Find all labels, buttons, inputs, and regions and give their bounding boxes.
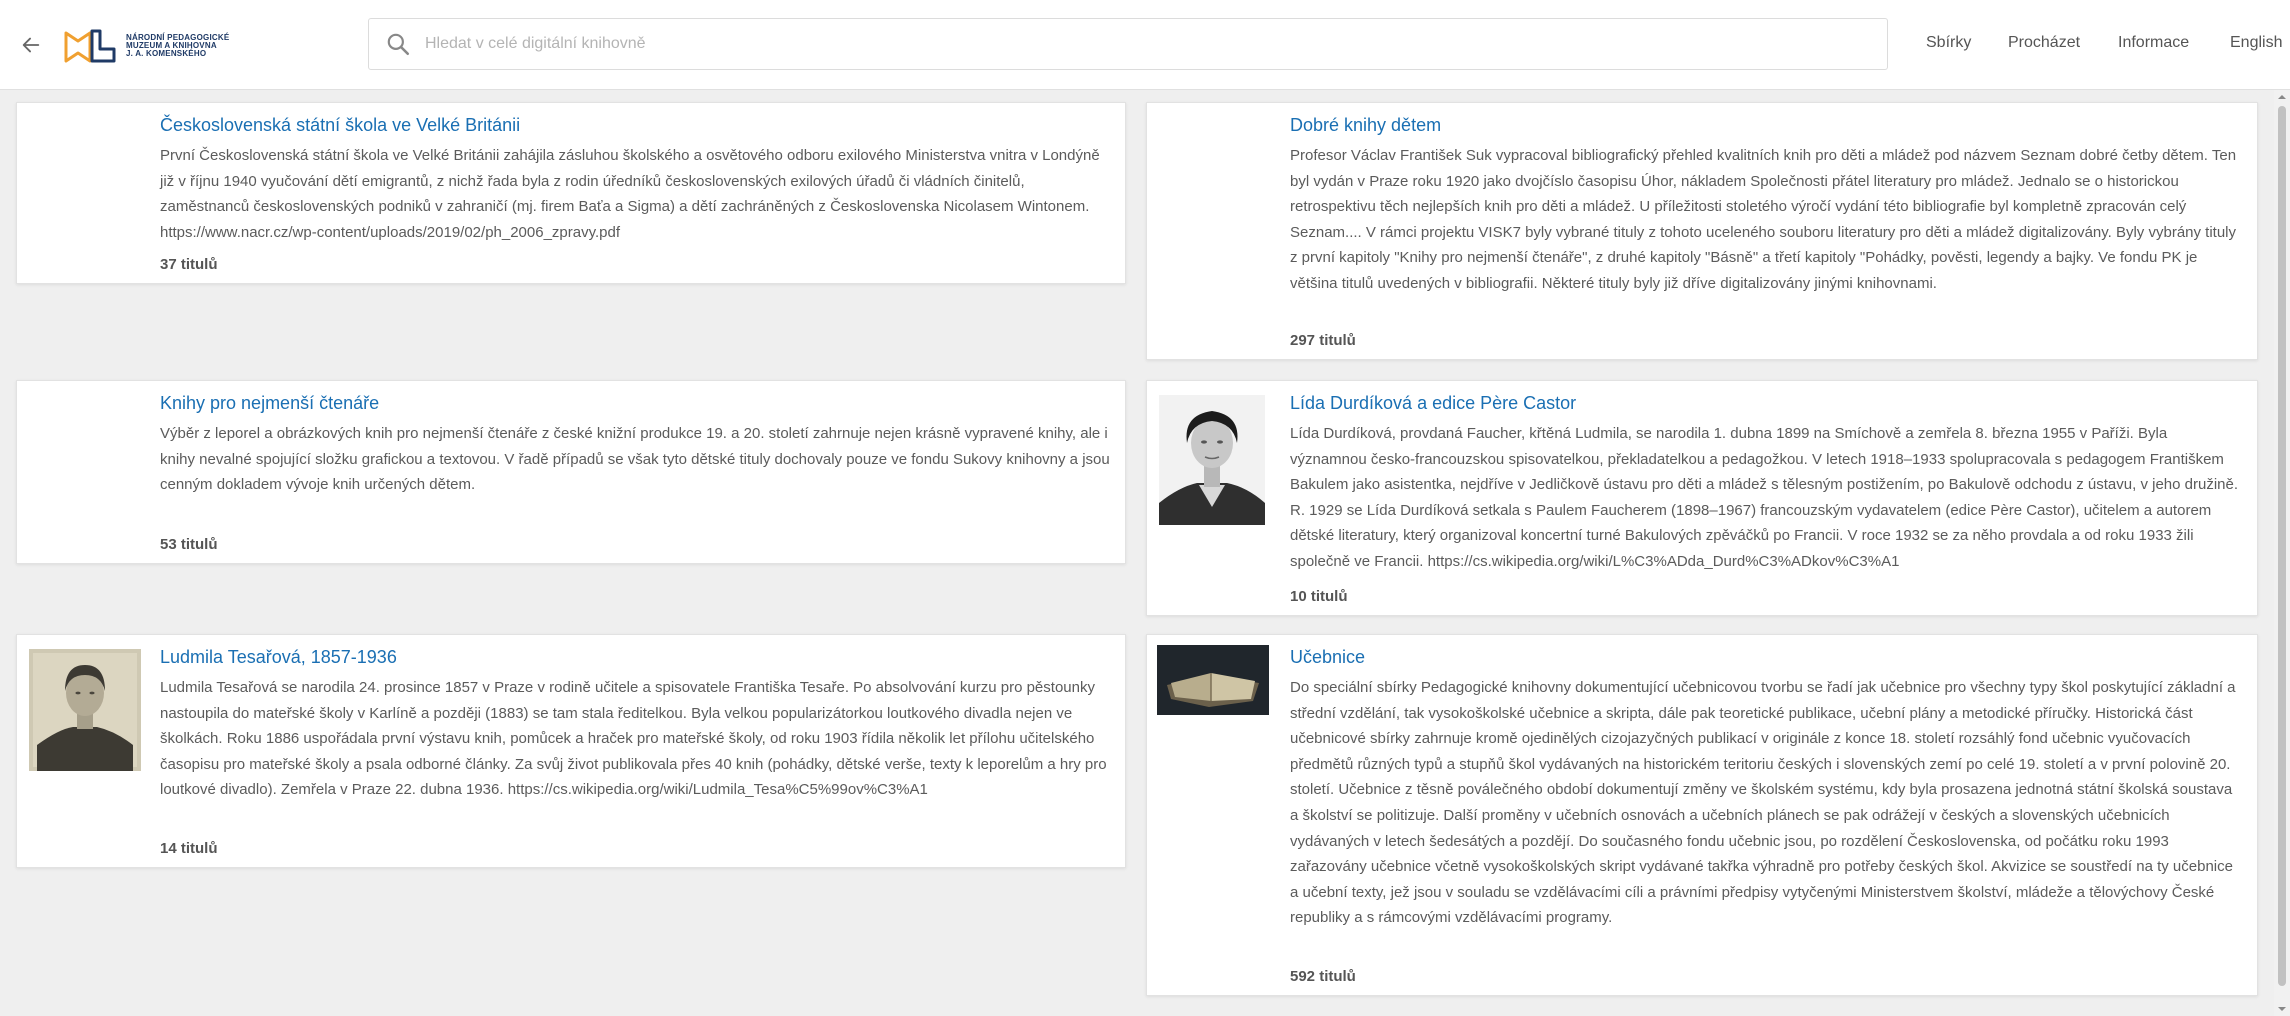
collection-description: Do speciální sbírky Pedagogické knihovny… [1290, 679, 2236, 927]
card-body: Knihy pro nejmenší čtenáře Výběr z lepor… [160, 391, 1111, 498]
collection-thumbnail[interactable] [1157, 645, 1269, 720]
collection-card[interactable]: Dobré knihy dětem Profesor Václav Franti… [1146, 102, 2258, 360]
collection-count: 37 titulů [160, 256, 218, 273]
open-book-photo-icon [1157, 645, 1269, 715]
logo-mark-icon [64, 29, 116, 63]
scroll-down-icon[interactable] [2277, 1004, 2287, 1014]
nav-collections[interactable]: Sbírky [1926, 34, 1971, 52]
collection-card[interactable]: Učebnice Do speciální sbírky Pedagogické… [1146, 634, 2258, 996]
search-icon [387, 33, 410, 56]
nav-info[interactable]: Informace [2118, 34, 2189, 52]
collection-title-link[interactable]: Učebnice [1290, 645, 2243, 669]
collection-count: 592 titulů [1290, 968, 1356, 985]
collection-title-link[interactable]: Dobré knihy dětem [1290, 113, 2243, 137]
collection-thumbnail[interactable] [1159, 395, 1265, 530]
search-box[interactable] [368, 18, 1888, 70]
collection-title-link[interactable]: Ludmila Tesařová, 1857-1936 [160, 645, 1111, 669]
collection-count: 53 titulů [160, 536, 218, 553]
collection-description: Ludmila Tesařová se narodila 24. prosinc… [160, 679, 1107, 799]
scroll-up-icon[interactable] [2277, 92, 2287, 102]
search-input[interactable] [423, 34, 1827, 54]
collection-description: Lída Durdíková, provdaná Faucher, křtěná… [1290, 425, 2239, 570]
card-body: Dobré knihy dětem Profesor Václav Franti… [1290, 113, 2243, 297]
collection-count: 10 titulů [1290, 588, 1348, 605]
collection-count: 297 titulů [1290, 332, 1356, 349]
collection-card[interactable]: Knihy pro nejmenší čtenáře Výběr z lepor… [16, 380, 1126, 564]
back-button[interactable] [16, 30, 46, 60]
collection-description: První Československá státní škola ve Vel… [160, 147, 1100, 241]
collection-title-link[interactable]: Lída Durdíková a edice Père Castor [1290, 391, 2243, 415]
collection-card[interactable]: Československá státní škola ve Velké Bri… [16, 102, 1126, 284]
collection-description: Výběr z leporel a obrázkových knih pro n… [160, 425, 1110, 494]
portrait-photo-icon [29, 649, 141, 771]
nav-language[interactable]: English [2230, 34, 2282, 52]
logo-line-3: J. A. KOMENSKÉHO [126, 49, 207, 58]
logo-text: NÁRODNÍ PEDAGOGICKÉ MUZEUM A KNIHOVNA J.… [126, 34, 236, 58]
card-body: Lída Durdíková a edice Père Castor Lída … [1290, 391, 2243, 575]
nav-browse[interactable]: Procházet [2008, 34, 2080, 52]
card-body: Ludmila Tesařová, 1857-1936 Ludmila Tesa… [160, 645, 1111, 803]
collection-card[interactable]: Lída Durdíková a edice Père Castor Lída … [1146, 380, 2258, 616]
collection-title-link[interactable]: Knihy pro nejmenší čtenáře [160, 391, 1111, 415]
collection-description: Profesor Václav František Suk vypracoval… [1290, 147, 2237, 292]
arrow-left-icon [22, 37, 40, 53]
portrait-photo-icon [1159, 395, 1265, 525]
scrollbar-thumb[interactable] [2278, 106, 2286, 986]
collection-thumbnail[interactable] [29, 649, 141, 776]
card-body: Učebnice Do speciální sbírky Pedagogické… [1290, 645, 2243, 931]
page-scrollbar[interactable] [2274, 90, 2290, 1016]
collection-count: 14 titulů [160, 840, 218, 857]
card-body: Československá státní škola ve Velké Bri… [160, 113, 1111, 245]
top-bar: NÁRODNÍ PEDAGOGICKÉ MUZEUM A KNIHOVNA J.… [0, 0, 2290, 90]
collection-card[interactable]: Ludmila Tesařová, 1857-1936 Ludmila Tesa… [16, 634, 1126, 868]
collection-title-link[interactable]: Československá státní škola ve Velké Bri… [160, 113, 1111, 137]
library-logo[interactable]: NÁRODNÍ PEDAGOGICKÉ MUZEUM A KNIHOVNA J.… [64, 26, 236, 66]
